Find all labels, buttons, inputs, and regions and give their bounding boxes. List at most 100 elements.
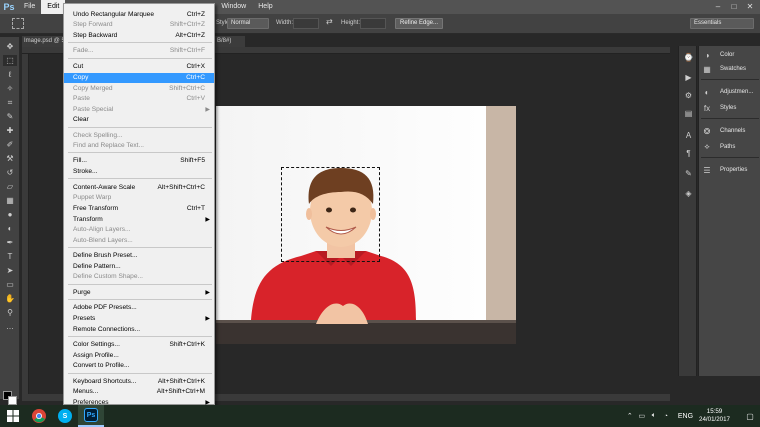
menu-file[interactable]: File — [18, 0, 41, 14]
menu-item-keyboard-shortcuts[interactable]: Keyboard Shortcuts... Alt+Shift+Ctrl+K — [64, 377, 214, 387]
workspace-select[interactable]: Essentials — [690, 18, 754, 29]
history-brush-tool-icon[interactable]: ↺ — [3, 167, 17, 178]
panel-channels[interactable]: ❂ Channels — [702, 125, 759, 137]
crop-tool-icon[interactable]: ⌗ — [3, 97, 17, 108]
menu-item-auto-align-layers[interactable]: Auto-Align Layers... — [64, 225, 214, 235]
menu-item-assign-profile[interactable]: Assign Profile... — [64, 351, 214, 361]
menu-item-purge[interactable]: Purge ▶ — [64, 288, 214, 298]
submenu-arrow-icon: ▶ — [205, 316, 210, 322]
panel-color[interactable]: ◑ Color — [702, 49, 759, 61]
style-select[interactable]: Normal — [227, 18, 269, 29]
close-button[interactable]: ✕ — [742, 0, 758, 14]
dodge-tool-icon[interactable]: ◐ — [3, 223, 17, 234]
menu-separator — [68, 373, 212, 374]
eraser-tool-icon[interactable]: ▱ — [3, 181, 17, 192]
character-panel-icon[interactable]: A — [683, 130, 694, 140]
menu-item-presets[interactable]: Presets ▶ — [64, 314, 214, 324]
menu-item-paste-special[interactable]: Paste Special ▶ — [64, 105, 214, 115]
lasso-tool-icon[interactable]: ℓ — [3, 69, 17, 80]
menu-item-copy-merged[interactable]: Copy Merged Shift+Ctrl+C — [64, 84, 214, 94]
menu-item-paste[interactable]: Paste Ctrl+V — [64, 94, 214, 104]
taskbar-chrome[interactable] — [26, 405, 52, 427]
menu-item-fade[interactable]: Fade... Shift+Ctrl+F — [64, 46, 214, 56]
menu-item-undo-rectangular-marquee[interactable]: Undo Rectangular Marquee Ctrl+Z — [64, 10, 214, 20]
menu-item-auto-blend-layers[interactable]: Auto-Blend Layers... — [64, 236, 214, 246]
menu-item-transform[interactable]: Transform ▶ — [64, 215, 214, 225]
history-panel-icon[interactable]: ⌚ — [683, 52, 694, 62]
blur-tool-icon[interactable]: ● — [3, 209, 17, 220]
menu-help[interactable]: Help — [252, 0, 278, 14]
menu-item-clear[interactable]: Clear — [64, 115, 214, 125]
background-color-swatch[interactable] — [8, 396, 17, 405]
eyedropper-tool-icon[interactable]: ✎ — [3, 111, 17, 122]
action-center-icon[interactable]: ▢ — [740, 412, 760, 421]
taskbar-skype[interactable]: S — [52, 405, 78, 427]
network-icon[interactable]: ◔ — [661, 413, 671, 420]
menu-item-label: Presets — [73, 315, 96, 322]
height-input[interactable] — [360, 18, 386, 29]
battery-icon[interactable]: ▭ — [637, 412, 647, 420]
menu-item-puppet-warp[interactable]: Puppet Warp — [64, 193, 214, 203]
path-selection-tool-icon[interactable]: ➤ — [3, 265, 17, 276]
panel-swatches[interactable]: ▦ Swatches — [702, 63, 759, 75]
menu-item-define-custom-shape[interactable]: Define Custom Shape... — [64, 272, 214, 282]
taskbar-photoshop[interactable]: Ps — [78, 405, 104, 427]
menu-item-adobe-pdf-presets[interactable]: Adobe PDF Presets... — [64, 303, 214, 313]
menu-item-shortcut: Ctrl+V — [186, 95, 205, 102]
maximize-button[interactable]: □ — [726, 0, 742, 14]
zoom-tool-icon[interactable]: ⚲ — [3, 307, 17, 318]
width-input[interactable] — [293, 18, 319, 29]
brush-tool-icon[interactable]: ✐ — [3, 139, 17, 150]
menu-item-find-and-replace-text[interactable]: Find and Replace Text... — [64, 141, 214, 151]
paragraph-panel-icon[interactable]: ¶ — [683, 148, 694, 158]
shape-tool-icon[interactable]: ▭ — [3, 279, 17, 290]
menu-item-define-pattern[interactable]: Define Pattern... — [64, 262, 214, 272]
type-tool-icon[interactable]: T — [3, 251, 17, 262]
layer-comps-icon[interactable]: ▤ — [683, 108, 694, 118]
menu-item-define-brush-preset[interactable]: Define Brush Preset... — [64, 251, 214, 261]
menu-item-step-forward[interactable]: Step Forward Shift+Ctrl+Z — [64, 20, 214, 30]
refine-edge-button[interactable]: Refine Edge... — [395, 18, 443, 29]
menu-item-free-transform[interactable]: Free Transform Ctrl+T — [64, 204, 214, 214]
menu-item-content-aware-scale[interactable]: Content-Aware Scale Alt+Shift+Ctrl+C — [64, 183, 214, 193]
move-tool-icon[interactable]: ✥ — [3, 41, 17, 52]
menu-edit[interactable]: Edit — [41, 0, 66, 14]
volume-icon[interactable]: 🔈︎ — [649, 412, 659, 420]
pen-tool-icon[interactable]: ✒ — [3, 237, 17, 248]
menu-item-stroke[interactable]: Stroke... — [64, 167, 214, 177]
panel-separator — [701, 118, 759, 119]
magic-wand-tool-icon[interactable]: ✧ — [3, 83, 17, 94]
more-tools-icon[interactable]: … — [3, 321, 17, 332]
menu-item-menus[interactable]: Menus... Alt+Shift+Ctrl+M — [64, 387, 214, 397]
clone-stamp-tool-icon[interactable]: ⚒ — [3, 153, 17, 164]
menu-item-cut[interactable]: Cut Ctrl+X — [64, 62, 214, 72]
hand-tool-icon[interactable]: ✋ — [3, 293, 17, 304]
healing-brush-tool-icon[interactable]: ✚ — [3, 125, 17, 136]
menu-item-copy[interactable]: Copy Ctrl+C — [64, 73, 214, 83]
menu-item-fill[interactable]: Fill... Shift+F5 — [64, 156, 214, 166]
minimize-button[interactable]: – — [710, 0, 726, 14]
menu-item-step-backward[interactable]: Step Backward Alt+Ctrl+Z — [64, 31, 214, 41]
brush-panel-icon[interactable]: ✎ — [683, 168, 694, 178]
panel-styles[interactable]: fx Styles — [702, 102, 759, 114]
menu-item-check-spelling[interactable]: Check Spelling... — [64, 131, 214, 141]
menu-item-color-settings[interactable]: Color Settings... Shift+Ctrl+K — [64, 340, 214, 350]
panel-adjustments[interactable]: ◐ Adjustmen... — [702, 86, 759, 98]
menu-window[interactable]: Window — [215, 0, 252, 14]
show-hidden-icons-icon[interactable]: ⌃ — [625, 412, 635, 420]
gradient-tool-icon[interactable]: ▦ — [3, 195, 17, 206]
menu-item-remote-connections[interactable]: Remote Connections... — [64, 325, 214, 335]
menu-item-label: Free Transform — [73, 205, 119, 212]
panel-properties[interactable]: ☰ Properties — [702, 164, 759, 176]
layers-panel-icon[interactable]: ◈ — [683, 188, 694, 198]
input-language[interactable]: ENG — [678, 413, 693, 420]
clock[interactable]: 15:59 24/01/2017 — [699, 408, 730, 424]
tool-presets-icon[interactable]: ⚙ — [683, 90, 694, 100]
menu-item-convert-to-profile[interactable]: Convert to Profile... — [64, 361, 214, 371]
actions-panel-icon[interactable]: ▶ — [683, 72, 694, 82]
panel-paths[interactable]: ⟡ Paths — [702, 141, 759, 153]
swap-icon[interactable]: ⇄ — [326, 17, 333, 26]
tool-preset-picker[interactable] — [12, 18, 24, 29]
marquee-tool-icon[interactable]: ⬚ — [3, 55, 17, 66]
start-button[interactable] — [0, 405, 26, 427]
